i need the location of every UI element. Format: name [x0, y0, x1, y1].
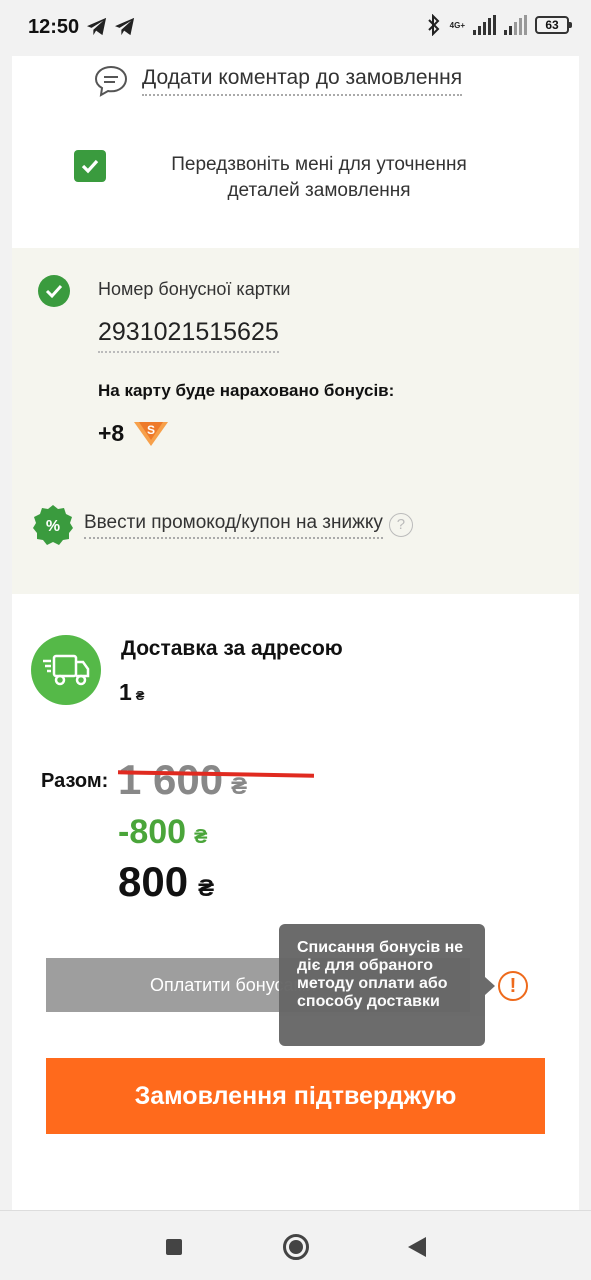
home-icon[interactable]: [283, 1234, 309, 1260]
battery-icon: 63: [535, 16, 572, 34]
old-price-currency: ₴: [231, 773, 248, 800]
delivery-price-value: 1: [119, 679, 132, 705]
help-icon[interactable]: ?: [388, 513, 413, 537]
delivery-title: Доставка за адресою: [121, 637, 343, 660]
call-me-checkbox[interactable]: [74, 150, 106, 182]
svg-text:S: S: [147, 423, 155, 437]
system-nav-bar: [0, 1210, 591, 1280]
add-comment-link[interactable]: Додати коментар до замовлення: [94, 64, 463, 98]
promo-icon-text: %: [46, 518, 60, 535]
battery-level: 63: [545, 18, 559, 32]
final-price-value: 800: [118, 858, 189, 905]
confirm-order-button[interactable]: Замовлення підтверджую: [46, 1058, 545, 1134]
confirm-order-label: Замовлення підтверджую: [134, 1081, 457, 1110]
bonus-accrual: +8 S: [98, 418, 170, 448]
checkmark-icon: [81, 159, 99, 174]
final-price-currency: ₴: [198, 875, 215, 902]
promo-code-label: Ввести промокод/купон на знижку: [84, 512, 383, 539]
back-icon[interactable]: [408, 1237, 426, 1257]
bluetooth-icon: [427, 14, 440, 36]
telegram-icon: [87, 17, 107, 36]
comment-icon: [94, 65, 128, 97]
delivery-truck-icon: [31, 635, 101, 705]
final-price: 800 ₴: [118, 858, 214, 906]
bonus-accrual-value: +8: [98, 419, 125, 446]
status-bar: 12:50 4G+ 63: [0, 0, 591, 56]
discount-amount: -800 ₴: [118, 813, 207, 852]
recent-apps-icon[interactable]: [166, 1239, 182, 1255]
bonus-card-number[interactable]: 2931021515625: [98, 318, 279, 353]
signal-icon: [473, 15, 496, 35]
discount-badge-icon: %: [33, 505, 73, 545]
bonus-panel: Номер бонусної картки 2931021515625 На к…: [12, 248, 579, 594]
check-circle-icon: [38, 275, 70, 307]
bonus-accrual-label: На карту буде нараховано бонусів:: [98, 381, 395, 400]
add-comment-label: Додати коментар до замовлення: [142, 66, 463, 96]
bonus-card-label: Номер бонусної картки: [98, 279, 291, 299]
warning-icon[interactable]: !: [498, 971, 528, 1001]
delivery-price: 1 ₴: [119, 679, 144, 706]
signal-icon: [504, 15, 527, 35]
promo-code-link[interactable]: % Ввести промокод/купон на знижку ?: [32, 504, 413, 546]
bonus-coin-icon: S: [134, 422, 169, 446]
discount-value: -800: [118, 813, 187, 851]
bonus-tooltip-text: Списання бонусів не діє для обраного мет…: [297, 939, 464, 1010]
old-price: 1 600 ₴: [118, 756, 247, 804]
delivery-currency: ₴: [135, 688, 145, 703]
telegram-icon: [115, 17, 135, 36]
total-label: Разом:: [41, 770, 109, 792]
discount-currency: ₴: [194, 826, 208, 848]
order-card: Додати коментар до замовлення Передзвоні…: [12, 56, 579, 1210]
network-type: 4G+: [449, 20, 465, 30]
old-price-value: 1 600: [118, 756, 224, 803]
call-me-label: Передзвоніть мені для уточнення деталей …: [171, 154, 467, 201]
bonus-tooltip: Списання бонусів не діє для обраного мет…: [279, 924, 495, 1046]
status-time: 12:50: [28, 16, 80, 38]
